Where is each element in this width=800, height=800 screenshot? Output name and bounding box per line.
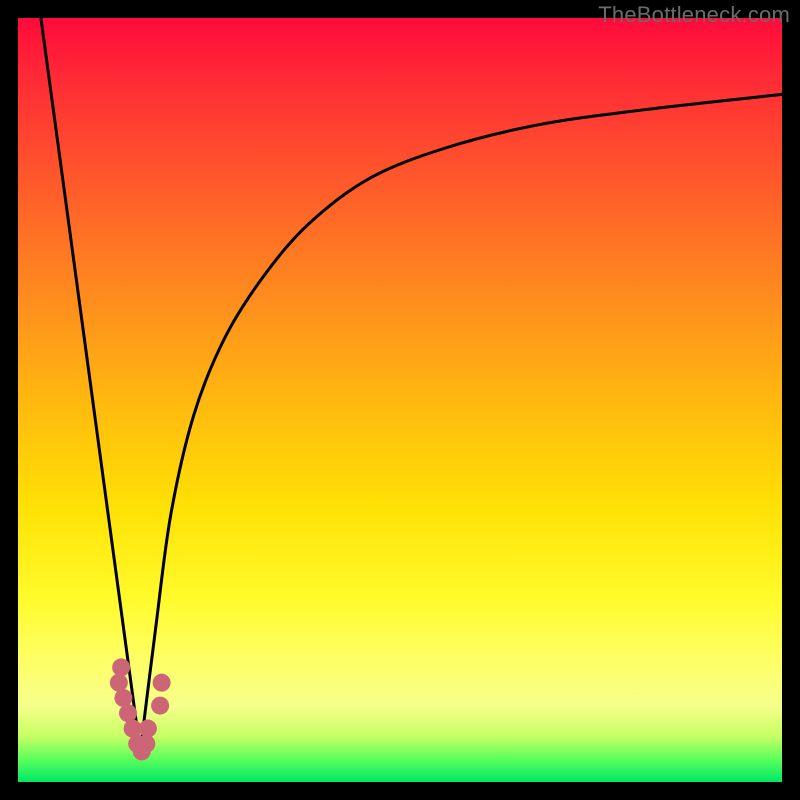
dip-cluster-markers xyxy=(110,658,171,760)
marker-dot xyxy=(114,689,132,707)
series-left-line xyxy=(41,18,140,751)
marker-dot xyxy=(112,658,130,676)
marker-dot xyxy=(153,674,171,692)
chart-frame: TheBottleneck.com xyxy=(0,0,800,800)
marker-dot xyxy=(119,704,137,722)
marker-dot xyxy=(110,674,128,692)
plot-area xyxy=(18,18,782,782)
series-right-curve xyxy=(140,94,782,751)
marker-dot xyxy=(137,735,155,753)
marker-dot xyxy=(139,720,157,738)
chart-svg xyxy=(18,18,782,782)
marker-dot xyxy=(151,697,169,715)
watermark-text: TheBottleneck.com xyxy=(598,2,790,28)
